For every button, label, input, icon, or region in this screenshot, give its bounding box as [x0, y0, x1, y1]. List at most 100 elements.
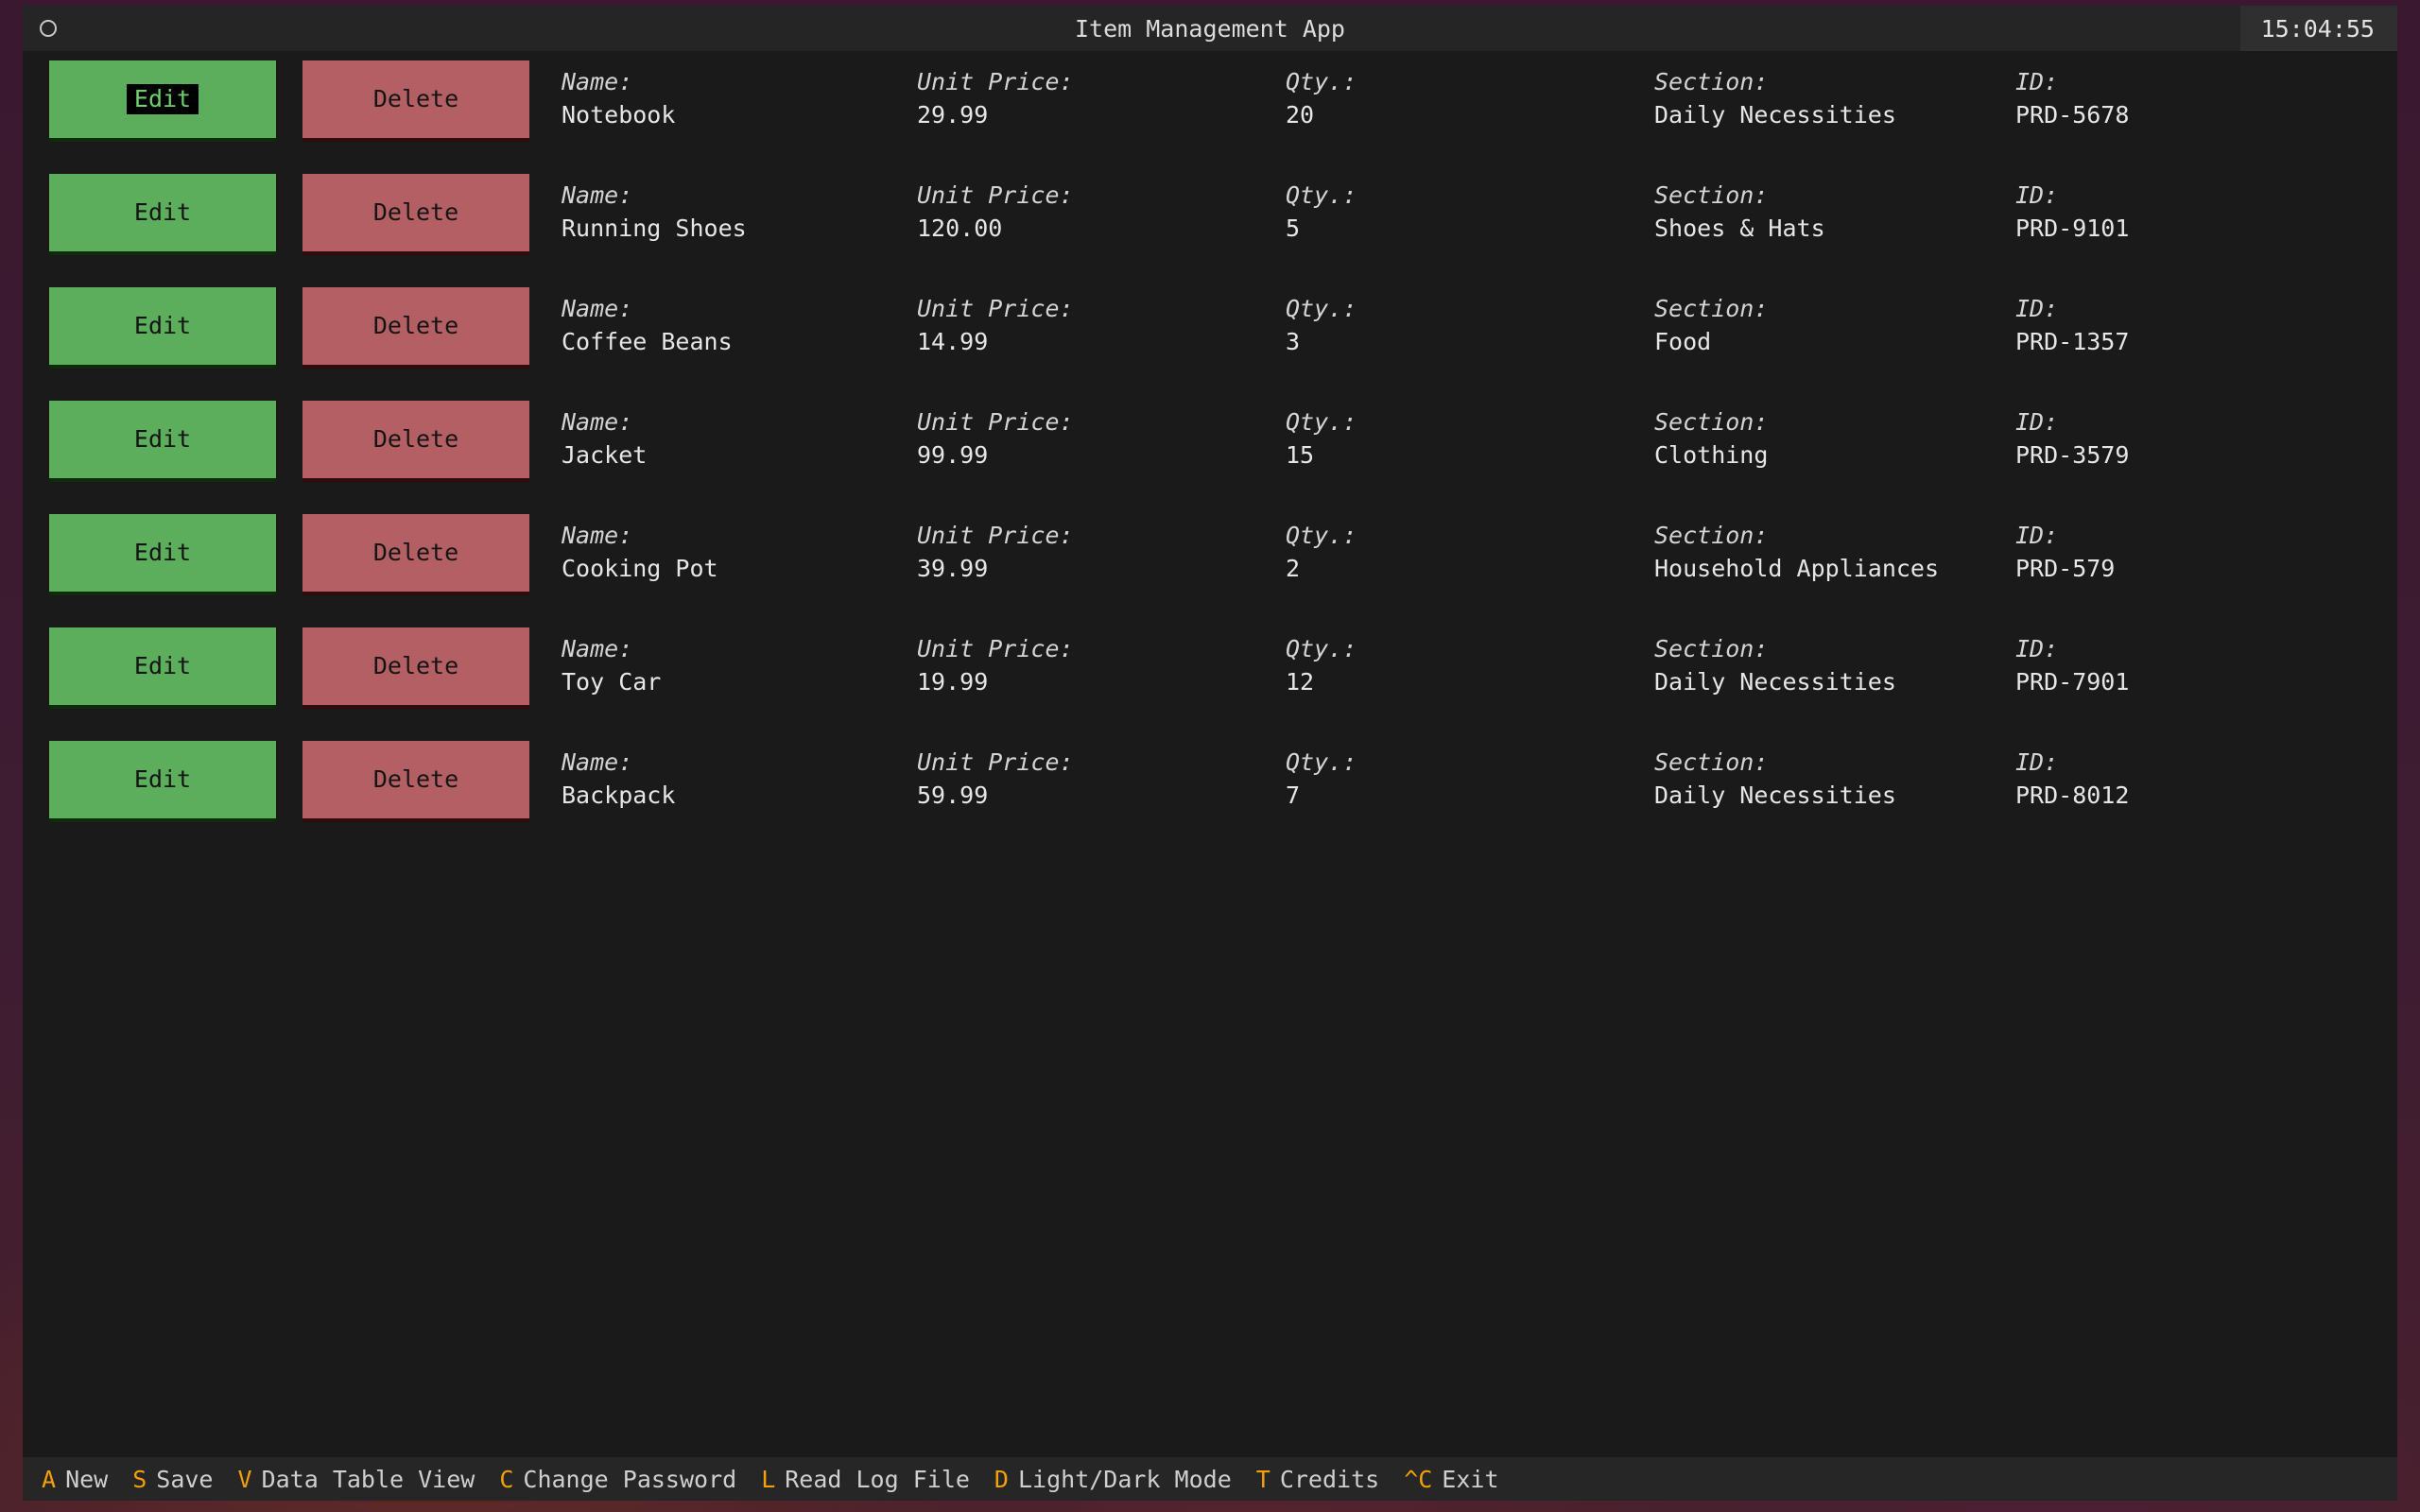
delete-button[interactable]: Delete: [302, 741, 529, 822]
field-section: Section:Daily Necessities: [1654, 66, 2015, 131]
field-id: ID:PRD-5678: [2015, 66, 2318, 131]
field-id-value: PRD-579: [2015, 553, 2318, 586]
field-id-label: ID:: [2015, 633, 2318, 666]
field-name-value: Toy Car: [562, 666, 917, 699]
delete-button-label: Delete: [366, 311, 466, 341]
field-price: Unit Price:39.99: [917, 520, 1286, 585]
shortcut-key: T: [1256, 1466, 1270, 1493]
field-price-value: 39.99: [917, 553, 1286, 586]
edit-button[interactable]: Edit: [49, 60, 276, 142]
field-name-value: Backpack: [562, 780, 917, 813]
shortcut-label: Change Password: [523, 1466, 736, 1493]
field-name: Name:Notebook: [562, 66, 917, 131]
item-row: Edit Delete Name:NotebookUnit Price:29.99Q…: [23, 60, 2397, 174]
item-row: Edit Delete Name:Coffee BeansUnit Price:14…: [23, 287, 2397, 401]
delete-button[interactable]: Delete: [302, 514, 529, 595]
field-qty-label: Qty.:: [1286, 66, 1654, 99]
field-name-label: Name:: [562, 293, 917, 326]
edit-button[interactable]: Edit: [49, 401, 276, 482]
field-id: ID:PRD-8012: [2015, 747, 2318, 812]
app-title: Item Management App: [23, 15, 2397, 43]
field-name-value: Coffee Beans: [562, 326, 917, 359]
field-name-label: Name:: [562, 180, 917, 213]
delete-button[interactable]: Delete: [302, 287, 529, 369]
field-qty: Qty.:5: [1286, 180, 1654, 245]
field-id: ID:PRD-7901: [2015, 633, 2318, 698]
delete-button[interactable]: Delete: [302, 174, 529, 255]
field-section-value: Daily Necessities: [1654, 666, 2015, 699]
field-qty-value: 20: [1286, 99, 1654, 132]
shortcut-label: Read Log File: [785, 1466, 970, 1493]
shortcut-key: D: [994, 1466, 1009, 1493]
item-row: Edit Delete Name:BackpackUnit Price:59.99Q…: [23, 741, 2397, 854]
field-price-value: 19.99: [917, 666, 1286, 699]
shortcut-light-dark-mode[interactable]: DLight/Dark Mode: [994, 1466, 1232, 1493]
terminal-window: Item Management App 15:04:55 EditDeleteN…: [23, 6, 2397, 1501]
shortcut-read-log-file[interactable]: L Read Log File: [761, 1466, 970, 1493]
field-id-label: ID:: [2015, 520, 2318, 553]
delete-button-label: Delete: [366, 651, 466, 681]
field-id-label: ID:: [2015, 180, 2318, 213]
shortcut-key: A: [42, 1466, 56, 1493]
field-price-value: 29.99: [917, 99, 1286, 132]
field-qty: Qty.:7: [1286, 747, 1654, 812]
field-price-label: Unit Price:: [917, 406, 1286, 439]
field-qty: Qty.:12: [1286, 633, 1654, 698]
field-name-label: Name:: [562, 406, 917, 439]
field-qty-label: Qty.:: [1286, 293, 1654, 326]
field-section-value: Food: [1654, 326, 2015, 359]
field-qty-label: Qty.:: [1286, 180, 1654, 213]
edit-button-label: Edit: [127, 651, 199, 681]
field-price-label: Unit Price:: [917, 293, 1286, 326]
edit-button[interactable]: Edit: [49, 627, 276, 709]
field-id-label: ID:: [2015, 406, 2318, 439]
delete-button[interactable]: Delete: [302, 401, 529, 482]
field-price: Unit Price:14.99: [917, 293, 1286, 358]
shortcut-change-password[interactable]: CChange Password: [499, 1466, 736, 1493]
field-section-value: Clothing: [1654, 439, 2015, 472]
shortcut-key: L: [761, 1466, 775, 1493]
field-qty-label: Qty.:: [1286, 633, 1654, 666]
edit-button-label: Edit: [127, 311, 199, 341]
edit-button[interactable]: Edit: [49, 514, 276, 595]
shortcut-credits[interactable]: T Credits: [1256, 1466, 1379, 1493]
field-id-label: ID:: [2015, 747, 2318, 780]
shortcut-label: Credits: [1280, 1466, 1379, 1493]
field-qty-label: Qty.:: [1286, 747, 1654, 780]
edit-button-label: Edit: [127, 538, 199, 568]
edit-button[interactable]: Edit: [49, 741, 276, 822]
item-fields: Name:BackpackUnit Price:59.99Qty.:7Secti…: [562, 741, 2318, 812]
field-id-value: PRD-1357: [2015, 326, 2318, 359]
field-qty-value: 7: [1286, 780, 1654, 813]
field-price-label: Unit Price:: [917, 520, 1286, 553]
edit-button[interactable]: Edit: [49, 174, 276, 255]
status-bar: ANew SSave VData Table View CChange Passwor…: [23, 1457, 2397, 1501]
field-section-label: Section:: [1654, 747, 2015, 780]
field-qty: Qty.:2: [1286, 520, 1654, 585]
shortcut-data-table-view[interactable]: VData Table View: [238, 1466, 475, 1493]
item-row: EditDeleteName:Cooking PotUnit Price:39.…: [23, 514, 2397, 627]
field-id-value: PRD-7901: [2015, 666, 2318, 699]
delete-button[interactable]: Delete: [302, 627, 529, 709]
field-id: ID:PRD-9101: [2015, 180, 2318, 245]
shortcut-save[interactable]: SSave: [132, 1466, 213, 1493]
field-price-value: 120.00: [917, 213, 1286, 246]
field-qty-value: 12: [1286, 666, 1654, 699]
field-section-label: Section:: [1654, 406, 2015, 439]
field-section: Section:Daily Necessities: [1654, 633, 2015, 698]
edit-button[interactable]: Edit: [49, 287, 276, 369]
field-name-label: Name:: [562, 520, 917, 553]
item-fields: Name:Toy CarUnit Price:19.99Qty.:12Secti…: [562, 627, 2318, 698]
field-price: Unit Price:120.00: [917, 180, 1286, 245]
shortcut-exit[interactable]: ^CExit: [1404, 1466, 1498, 1493]
shortcut-new[interactable]: ANew: [42, 1466, 108, 1493]
item-row: EditDeleteName:Running ShoesUnit Price:1…: [23, 174, 2397, 287]
circle-icon[interactable]: [40, 20, 57, 37]
field-name: Name:Coffee Beans: [562, 293, 917, 358]
field-name: Name:Backpack: [562, 747, 917, 812]
field-section-label: Section:: [1654, 66, 2015, 99]
field-name-label: Name:: [562, 66, 917, 99]
field-id: ID:PRD-3579: [2015, 406, 2318, 472]
field-price: Unit Price:29.99: [917, 66, 1286, 131]
delete-button[interactable]: Delete: [302, 60, 529, 142]
